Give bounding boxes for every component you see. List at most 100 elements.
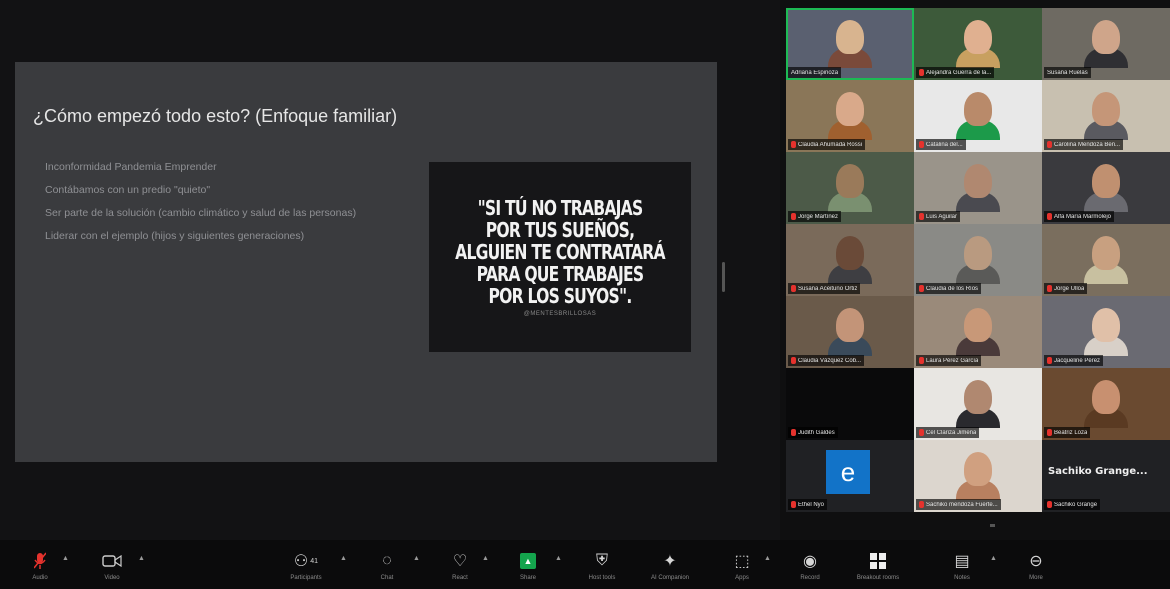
video-button[interactable]: Video [82, 550, 142, 581]
participants-button[interactable]: ⚇ 41 Participants [276, 550, 336, 581]
slide-bullet: Contábamos con un predio "quieto" [45, 184, 211, 196]
notes-button[interactable]: ▤ Notes [932, 550, 992, 581]
participant-tile[interactable]: Jorge Martínez [786, 152, 914, 224]
slide-bullets: Inconformidad Pandemia Emprender Contába… [45, 160, 420, 252]
participant-video-face [836, 92, 864, 126]
participant-tile[interactable]: Cel Clariza Jimena [914, 368, 1042, 440]
participant-video-face [1092, 308, 1120, 342]
mic-muted-icon [1047, 213, 1052, 220]
ai-companion-button[interactable]: ✦ AI Companion [640, 550, 700, 581]
participant-video-face [1092, 164, 1120, 198]
participant-video-face [964, 92, 992, 126]
mic-muted-icon [34, 550, 46, 572]
share-button[interactable]: ▲ Share [498, 550, 558, 581]
quote-text: "SI TÚ NO TRABAJAS POR TUS SUEÑOS, ALGUI… [431, 197, 688, 307]
participants-count: 41 [310, 557, 319, 565]
mic-muted-icon [1047, 285, 1052, 292]
video-camera-icon [102, 550, 122, 572]
chat-options-chevron-icon[interactable]: ▲ [413, 555, 420, 562]
breakout-rooms-label: Breakout rooms [856, 575, 900, 581]
participant-name: Carolina Mendoza Ben... [1054, 141, 1121, 148]
participant-name: Jorge Ulloa [1054, 285, 1085, 292]
participant-tile[interactable]: e Ethel Nyo [786, 440, 914, 512]
participant-nameplate: Carolina Mendoza Ben... [1044, 139, 1124, 150]
participant-video-face [1092, 92, 1120, 126]
mic-muted-icon [791, 357, 796, 364]
slide-bullet: Liderar con el ejemplo (hijos y siguient… [45, 230, 305, 242]
more-button[interactable]: ⊖ More [1006, 550, 1066, 581]
react-button[interactable]: ♡ React [430, 550, 490, 581]
zoom-window: ¿Cómo empezó todo esto? (Enfoque familia… [0, 0, 1170, 589]
participant-nameplate: Ethel Nyo [788, 499, 828, 510]
react-label: React [452, 575, 468, 581]
record-label: Record [800, 575, 820, 581]
participant-video-face [964, 236, 992, 270]
participant-nameplate: Jacqueline Pérez [1044, 355, 1104, 366]
notes-icon: ▤ [954, 553, 970, 570]
participant-name: Claudia de los Ríos [926, 285, 979, 292]
participants-options-chevron-icon[interactable]: ▲ [340, 555, 347, 562]
participant-name: Alfa María Marmolejo [1054, 213, 1112, 220]
participant-video-face [964, 452, 992, 486]
notes-options-chevron-icon[interactable]: ▲ [990, 555, 997, 562]
participant-nameplate: Alfa María Marmolejo [1044, 211, 1115, 222]
participant-tile[interactable]: Carolina Mendoza Ben... [1042, 80, 1170, 152]
participants-icon: ⚇ 41 [293, 553, 319, 570]
ai-companion-label: AI Companion [650, 575, 690, 581]
participant-tile[interactable]: Sachiko mendoza Fuerte... [914, 440, 1042, 512]
gallery-view: Adriana Espinoza Alejandra Guerra de la..… [786, 8, 1170, 518]
participant-tile[interactable]: Beatriz Loza [1042, 368, 1170, 440]
breakout-rooms-button[interactable]: Breakout rooms [848, 550, 908, 581]
participant-video-face [964, 380, 992, 414]
audio-button[interactable]: Audio [10, 550, 70, 581]
participant-tile[interactable]: Claudia Vázquez Cob... [786, 296, 914, 368]
participant-tile[interactable]: Susana Ruelas [1042, 8, 1170, 80]
participant-tile[interactable]: Judith Galdes [786, 368, 914, 440]
shared-screen: ¿Cómo empezó todo esto? (Enfoque familia… [0, 0, 780, 540]
share-label: Share [519, 575, 536, 581]
participant-tile[interactable]: Jacqueline Pérez [1042, 296, 1170, 368]
participant-tile[interactable]: Alfa María Marmolejo [1042, 152, 1170, 224]
share-options-chevron-icon[interactable]: ▲ [555, 555, 562, 562]
participant-tile[interactable]: Laura Pérez García [914, 296, 1042, 368]
react-options-chevron-icon[interactable]: ▲ [482, 555, 489, 562]
chat-button[interactable]: ◌ Chat [357, 550, 417, 581]
participant-name: Sachiko Grange [1054, 501, 1098, 508]
audio-options-chevron-icon[interactable]: ▲ [62, 555, 69, 562]
participant-tile[interactable]: Jorge Ulloa [1042, 224, 1170, 296]
apps-options-chevron-icon[interactable]: ▲ [764, 555, 771, 562]
record-button[interactable]: ◉ Record [780, 550, 840, 581]
participant-name: Catalina del... [926, 141, 963, 148]
participant-tile[interactable]: Sachiko Grange... Sachiko Grange [1042, 440, 1170, 512]
mic-muted-icon [1047, 357, 1052, 364]
split-view-handle[interactable] [722, 262, 725, 292]
host-tools-button[interactable]: ⛨ Host tools [572, 550, 632, 581]
participant-name: Luis Aguilar [926, 213, 958, 220]
participant-nameplate: Cel Clariza Jimena [916, 427, 980, 438]
slide-bullet: Ser parte de la solución (cambio climáti… [45, 207, 357, 219]
audio-label: Audio [32, 575, 48, 581]
participant-avatar: e [826, 450, 870, 494]
participants-label: Participants [290, 575, 322, 581]
chat-icon: ◌ [382, 552, 392, 569]
gallery-page-indicator[interactable] [990, 524, 995, 527]
participant-nameplate: Alejandra Guerra de la... [916, 67, 995, 78]
participant-video-face [836, 20, 864, 54]
participant-tile[interactable]: Adriana Espinoza [786, 8, 914, 80]
participant-name: Susana Aceituno Ortiz [798, 285, 858, 292]
quote-line: POR LOS SUYOS". [488, 284, 633, 308]
quote-handle: @MENTESBRILLOSAS [523, 311, 597, 317]
participant-tile[interactable]: Claudia Ahumada Rossi [786, 80, 914, 152]
video-options-chevron-icon[interactable]: ▲ [138, 555, 145, 562]
mic-muted-icon [791, 213, 796, 220]
notes-label: Notes [954, 575, 970, 581]
participant-tile[interactable]: Alejandra Guerra de la... [914, 8, 1042, 80]
participant-nameplate: Judith Galdes [788, 427, 838, 438]
participant-tile[interactable]: Susana Aceituno Ortiz [786, 224, 914, 296]
participant-tile[interactable]: Luis Aguilar [914, 152, 1042, 224]
participant-tile[interactable]: Claudia de los Ríos [914, 224, 1042, 296]
participant-nameplate: Luis Aguilar [916, 211, 961, 222]
slide-bullet: Inconformidad Pandemia Emprender [45, 161, 217, 173]
participant-tile[interactable]: Catalina del... [914, 80, 1042, 152]
apps-button[interactable]: ⬚ Apps [712, 550, 772, 581]
